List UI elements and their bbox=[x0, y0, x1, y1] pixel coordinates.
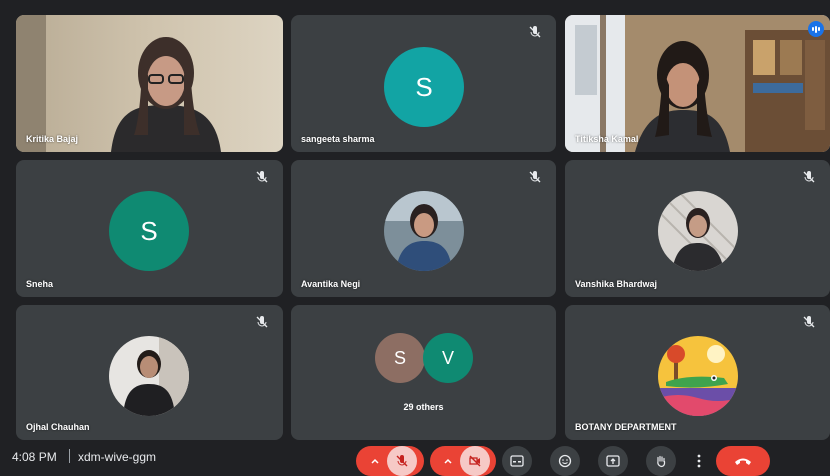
captions-icon bbox=[510, 455, 524, 467]
mic-off-icon bbox=[803, 316, 815, 328]
mic-off-icon bbox=[529, 26, 541, 38]
participant-name: Vanshika Bhardwaj bbox=[575, 279, 658, 289]
speaking-indicator-icon bbox=[808, 21, 824, 37]
mic-off-icon bbox=[803, 171, 815, 183]
avatar: S bbox=[375, 333, 425, 383]
participant-tile-others[interactable]: S V 29 others bbox=[291, 305, 556, 440]
others-count: 29 others bbox=[403, 402, 444, 412]
participant-tile-avantika-negi[interactable]: Avantika Negi bbox=[291, 160, 556, 297]
participant-name: Sneha bbox=[26, 279, 54, 289]
participant-name: Avantika Negi bbox=[301, 279, 361, 289]
participant-tile-sneha[interactable]: S Sneha bbox=[16, 160, 283, 297]
avatar: V bbox=[423, 333, 473, 383]
avatar bbox=[109, 336, 189, 416]
emoji-icon bbox=[558, 454, 572, 468]
participant-name: sangeeta sharma bbox=[301, 134, 375, 144]
meeting-code: xdm-wive-ggm bbox=[78, 450, 157, 464]
avatar: S bbox=[384, 47, 464, 127]
participant-tile-vanshika-bhardwaj[interactable]: Vanshika Bhardwaj bbox=[565, 160, 830, 297]
avatar bbox=[658, 191, 738, 271]
participant-name: BOTANY DEPARTMENT bbox=[575, 422, 677, 432]
participant-name: Ojhal Chauhan bbox=[26, 422, 90, 432]
avatar: S bbox=[109, 191, 189, 271]
meeting-toolbar: 4:08 PM xdm-wive-ggm bbox=[0, 442, 830, 476]
participant-name: Titiksha Kamal bbox=[575, 134, 639, 144]
participant-video bbox=[565, 15, 830, 152]
participant-tile-sangeeta-sharma[interactable]: S sangeeta sharma bbox=[291, 15, 556, 152]
mic-off-icon bbox=[256, 171, 268, 183]
participant-tile-botany-department[interactable]: BOTANY DEPARTMENT bbox=[565, 305, 830, 440]
divider bbox=[69, 449, 70, 463]
participant-name: Kritika Bajaj bbox=[26, 134, 79, 144]
participant-tile-ojhal-chauhan[interactable]: Ojhal Chauhan bbox=[16, 305, 283, 440]
participant-tile-kritika-bajaj[interactable]: Kritika Bajaj bbox=[16, 15, 283, 152]
avatar bbox=[384, 191, 464, 271]
mic-off-icon bbox=[256, 316, 268, 328]
present-icon bbox=[606, 455, 620, 467]
participant-video bbox=[16, 15, 283, 152]
phone-hangup-icon bbox=[735, 458, 751, 465]
mic-off-icon bbox=[529, 171, 541, 183]
mic-off-icon bbox=[396, 455, 408, 467]
meeting-time: 4:08 PM bbox=[12, 450, 57, 464]
chevron-up-icon bbox=[371, 458, 379, 464]
hand-icon bbox=[657, 455, 666, 468]
participant-tile-titiksha-kamal[interactable]: Titiksha Kamal bbox=[565, 15, 830, 152]
camera-off-icon bbox=[469, 455, 481, 467]
more-vert-icon bbox=[697, 454, 701, 468]
department-logo bbox=[658, 336, 738, 416]
chevron-up-icon bbox=[444, 458, 452, 464]
